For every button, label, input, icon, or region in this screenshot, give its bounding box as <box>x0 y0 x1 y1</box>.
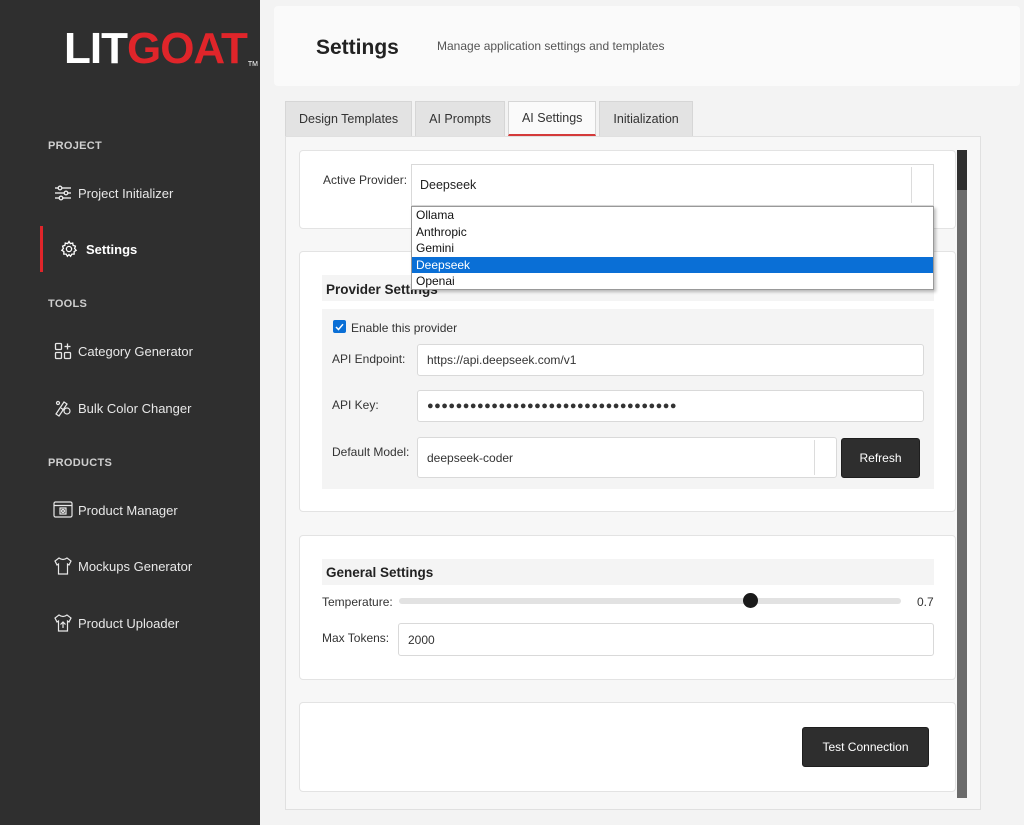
tshirt-icon <box>52 555 74 577</box>
api-key-label: API Key: <box>332 398 379 412</box>
sidebar-item-settings[interactable]: Settings <box>40 226 260 272</box>
sidebar-item-label: Product Manager <box>78 502 178 518</box>
provider-option-deepseek[interactable]: Deepseek <box>412 256 933 273</box>
scrollbar-thumb[interactable] <box>957 150 967 190</box>
section-label-tools: TOOLS <box>48 298 88 310</box>
panel-scrollbar[interactable] <box>957 150 967 798</box>
active-provider-value: Deepseek <box>420 178 477 192</box>
sidebar-item-label: Settings <box>86 241 138 257</box>
enable-provider-checkbox[interactable] <box>333 320 346 333</box>
section-label-products: PRODUCTS <box>48 457 113 469</box>
tab-design-templates[interactable]: Design Templates <box>285 101 413 136</box>
api-endpoint-value: https://api.deepseek.com/v1 <box>427 353 577 367</box>
test-connection-button[interactable]: Test Connection <box>802 727 929 767</box>
tab-ai-prompts[interactable]: AI Prompts <box>415 101 505 136</box>
tab-ai-settings[interactable]: AI Settings <box>507 101 597 136</box>
sidebar-item-product-uploader[interactable]: Product Uploader <box>40 600 260 646</box>
temperature-slider-thumb[interactable] <box>742 593 758 608</box>
page-subtitle: Manage application settings and template… <box>437 39 665 53</box>
provider-dropdown-list[interactable]: Ollama Anthropic Gemini Deepseek Openai <box>411 206 934 290</box>
api-key-input[interactable]: ●●●●●●●●●●●●●●●●●●●●●●●●●●●●●●●●●●● <box>417 390 924 422</box>
tab-initialization[interactable]: Initialization <box>599 101 693 136</box>
sidebar-item-label: Product Uploader <box>78 615 180 631</box>
provider-option-gemini[interactable]: Gemini <box>412 240 933 257</box>
sidebar-item-mockups-generator[interactable]: Mockups Generator <box>40 543 260 589</box>
api-endpoint-label: API Endpoint: <box>332 352 406 366</box>
page-title: Settings <box>316 36 399 59</box>
sidebar-item-product-manager[interactable]: Product Manager <box>40 487 260 533</box>
sidebar-item-label: Mockups Generator <box>78 558 193 574</box>
active-provider-select[interactable]: Deepseek <box>411 164 934 206</box>
provider-option-openai[interactable]: Openai <box>412 273 933 290</box>
gear-icon <box>58 238 80 260</box>
max-tokens-label: Max Tokens: <box>322 631 390 645</box>
litgoat-logo[interactable]: LIT GOAT TM <box>64 24 258 74</box>
sidebar-item-label: Category Generator <box>78 343 193 359</box>
sidebar-item-label: Bulk Color Changer <box>78 400 192 416</box>
tshirt-upload-icon <box>52 612 74 634</box>
default-model-select[interactable]: deepseek-coder <box>417 437 837 478</box>
temperature-value: 0.7 <box>917 595 934 609</box>
provider-option-anthropic[interactable]: Anthropic <box>412 224 933 241</box>
product-frame-icon <box>52 499 74 521</box>
sidebar-item-label: Project Initializer <box>78 185 174 201</box>
select-separator <box>814 440 815 475</box>
sliders-icon <box>52 182 74 204</box>
section-label-project: PROJECT <box>48 140 103 152</box>
default-model-value: deepseek-coder <box>427 450 514 465</box>
active-provider-label: Active Provider: <box>323 173 408 187</box>
logo-goat-text: GOAT <box>126 24 248 73</box>
api-endpoint-input[interactable]: https://api.deepseek.com/v1 <box>417 344 924 376</box>
sidebar-item-project-initializer[interactable]: Project Initializer <box>40 170 260 216</box>
default-model-label: Default Model: <box>332 445 410 459</box>
max-tokens-value: 2000 <box>408 632 435 647</box>
general-settings-heading: General Settings <box>326 565 434 580</box>
provider-option-ollama[interactable]: Ollama <box>412 207 933 224</box>
enable-provider-label: Enable this provider <box>351 321 458 335</box>
settings-tabs: Design Templates AI Prompts AI Settings … <box>285 101 696 136</box>
logo-lit-text: LIT <box>64 24 128 73</box>
grid-plus-icon <box>52 340 74 362</box>
temperature-slider[interactable] <box>399 598 901 604</box>
palette-icon <box>52 397 74 419</box>
logo-trademark: TM <box>247 61 258 68</box>
max-tokens-input[interactable]: 2000 <box>398 623 934 656</box>
page-header: Settings Manage application settings and… <box>274 6 1020 86</box>
temperature-label: Temperature: <box>322 595 393 609</box>
api-key-value: ●●●●●●●●●●●●●●●●●●●●●●●●●●●●●●●●●●● <box>427 400 678 412</box>
general-settings-card <box>299 535 956 680</box>
sidebar: LIT GOAT TM PROJECT Project Initializer … <box>0 0 260 825</box>
sidebar-item-category-generator[interactable]: Category Generator <box>40 328 260 374</box>
sidebar-item-bulk-color-changer[interactable]: Bulk Color Changer <box>40 385 260 431</box>
select-separator <box>911 167 912 203</box>
refresh-button[interactable]: Refresh <box>841 438 920 478</box>
check-icon <box>335 323 344 331</box>
